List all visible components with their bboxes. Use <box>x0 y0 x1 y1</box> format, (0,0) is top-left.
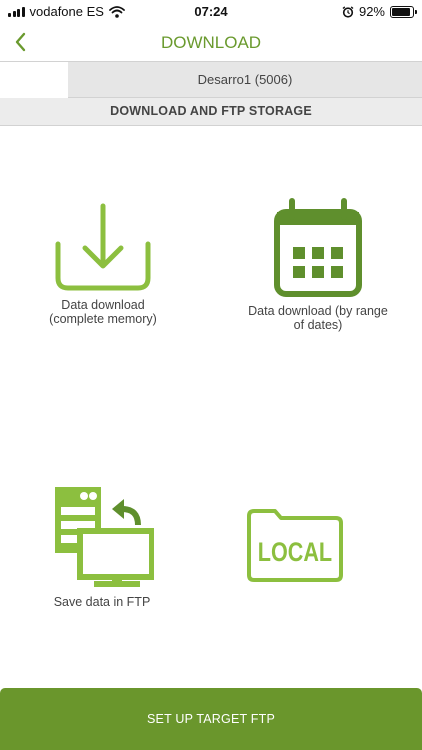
download-date-range-option[interactable]: Data download (by range of dates) <box>218 196 418 332</box>
local-folder-icon: LOCAL <box>247 509 343 582</box>
calendar-icon <box>274 198 362 297</box>
server-to-monitor-icon <box>55 487 154 587</box>
download-complete-memory-label: Data download (complete memory) <box>49 298 157 326</box>
status-bar: vodafone ES 07:24 92% <box>0 0 422 24</box>
page-title: DOWNLOAD <box>160 33 262 52</box>
device-thumbnail-placeholder <box>0 62 68 99</box>
local-storage-option[interactable]: LOCAL <box>245 508 345 582</box>
device-row: Desarro1 (5006) <box>0 61 422 99</box>
alarm-icon <box>342 5 354 18</box>
save-ftp-label: Save data in FTP <box>53 595 151 609</box>
download-date-range-label: Data download (by range of dates) <box>248 304 388 332</box>
battery-icon <box>390 5 417 18</box>
setup-target-ftp-button[interactable]: SET UP TARGET FTP <box>0 688 422 750</box>
battery-level <box>392 7 411 16</box>
device-name: Desarro1 (5006) <box>197 72 293 87</box>
local-folder-label: LOCAL <box>258 538 332 568</box>
section-header: DOWNLOAD AND FTP STORAGE <box>0 98 422 126</box>
battery-percent: 92% <box>358 4 385 19</box>
status-right: 92% <box>342 4 417 19</box>
save-ftp-option[interactable]: Save data in FTP <box>2 485 202 609</box>
download-complete-memory-option[interactable]: Data download (complete memory) <box>3 200 203 326</box>
nav-bar: DOWNLOAD <box>0 24 422 61</box>
download-tray-icon <box>55 203 151 291</box>
